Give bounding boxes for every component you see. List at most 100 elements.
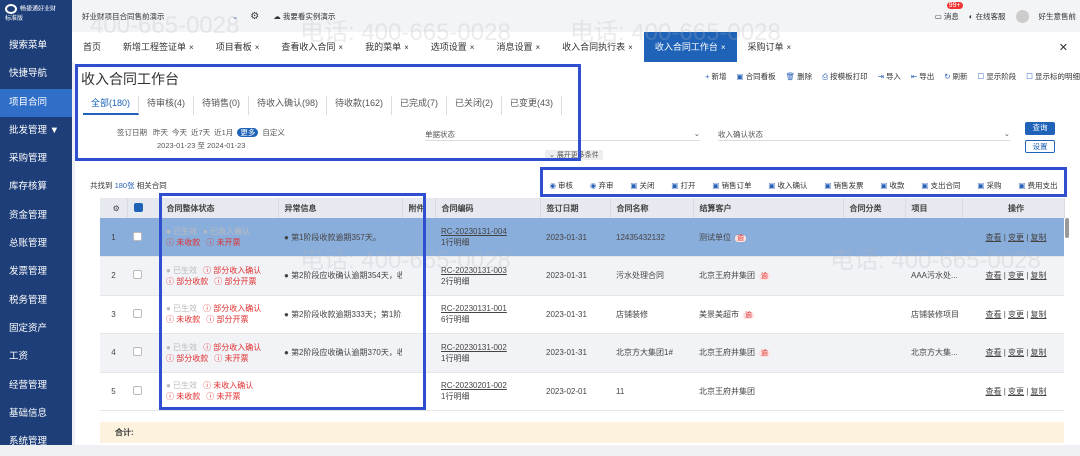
- column-header[interactable]: 异常信息: [278, 198, 403, 218]
- row-checkbox[interactable]: [127, 256, 160, 296]
- date-chip[interactable]: 更多: [237, 128, 259, 137]
- action-button[interactable]: ▣ 销售发票: [824, 180, 863, 191]
- status-tab[interactable]: 已变更(43): [502, 96, 563, 115]
- column-header[interactable]: 合同编码: [435, 198, 541, 218]
- op-1[interactable]: 变更: [1008, 271, 1024, 280]
- contract-code-link[interactable]: RC-20230201-002: [441, 381, 507, 390]
- op-2[interactable]: 复制: [1031, 310, 1047, 319]
- checkbox[interactable]: [133, 270, 142, 280]
- scrollbar[interactable]: [1065, 218, 1069, 238]
- contract-code[interactable]: RC-20230201-002 1行明细: [435, 372, 540, 411]
- contract-code-link[interactable]: RC-20230131-004: [441, 227, 507, 236]
- toolbar-0[interactable]: + 新增: [705, 71, 726, 82]
- status-tab[interactable]: 全部(180): [83, 96, 140, 115]
- avatar[interactable]: [1015, 9, 1029, 23]
- table-row[interactable]: 3 ● 已生效 ⓘ 部分收入确认 ⓘ 未收款 ⓘ 部分开票 ● 第2阶段收款逾期333天；…: [100, 295, 1064, 334]
- close-icon[interactable]: ×: [787, 43, 792, 52]
- contract-code[interactable]: RC-20230131-001 6行明细: [435, 295, 540, 334]
- action-button[interactable]: ◉ 弃审: [590, 180, 614, 191]
- sidebar-item[interactable]: 固定资产: [0, 315, 72, 343]
- action-button[interactable]: ▣ 收入确认: [768, 180, 807, 191]
- toolbar-6[interactable]: ↻ 刷新: [944, 71, 967, 82]
- tab[interactable]: 收入合同执行表 ×: [551, 32, 644, 62]
- op-0[interactable]: 查看: [985, 271, 1001, 280]
- op-1[interactable]: 变更: [1008, 348, 1024, 357]
- table-row[interactable]: 1 ● 已生效 ● 已收入确认 ⓘ 未收款 ⓘ 未开票 ● 第1阶段收款逾期357天。 RC…: [100, 218, 1064, 257]
- close-icon[interactable]: ×: [404, 43, 409, 52]
- tab[interactable]: 消息设置 ×: [485, 32, 551, 62]
- sidebar-item[interactable]: 项目合同: [0, 88, 72, 117]
- close-icon[interactable]: ×: [535, 43, 540, 52]
- action-button[interactable]: ▣ 收款: [880, 180, 904, 191]
- row-checkbox[interactable]: [127, 218, 160, 257]
- status-tab[interactable]: 待审核(4): [139, 96, 195, 115]
- sidebar-item[interactable]: 采购管理: [0, 145, 72, 173]
- sidebar-item[interactable]: 总账管理: [0, 230, 72, 258]
- table-row[interactable]: 5 ● 已生效 ⓘ 未收入确认 ⓘ 未收款 ⓘ 未开票 RC-20230201-002 1行…: [100, 372, 1064, 411]
- table-row[interactable]: 4 ● 已生效 ⓘ 部分收入确认 ⓘ 部分收款 ⓘ 未开票 ● 第2阶段应收确认逾期370…: [100, 333, 1064, 373]
- op-0[interactable]: 查看: [985, 233, 1001, 242]
- tab[interactable]: 选项设置 ×: [420, 32, 486, 62]
- action-button[interactable]: ▣ 打开: [671, 180, 695, 191]
- sidebar-item[interactable]: 经营管理: [0, 372, 72, 400]
- op-1[interactable]: 变更: [1008, 233, 1024, 242]
- status-tab[interactable]: 待销售(0): [194, 96, 250, 115]
- chevron-down-icon[interactable]: ⌄: [232, 12, 238, 21]
- contract-code[interactable]: RC-20230131-004 1行明细: [435, 218, 540, 257]
- date-chip[interactable]: 近7天: [191, 128, 210, 137]
- date-chip[interactable]: 自定义: [262, 128, 285, 137]
- checkbox[interactable]: [133, 385, 142, 395]
- column-header[interactable]: 合同分类: [843, 198, 906, 218]
- status-tab[interactable]: 已完成(7): [392, 96, 448, 115]
- demo-link[interactable]: ☁ 我要看实例演示: [273, 11, 335, 22]
- op-2[interactable]: 复制: [1031, 387, 1047, 396]
- op-0[interactable]: 查看: [985, 310, 1001, 319]
- checkbox[interactable]: [133, 308, 142, 318]
- checkbox[interactable]: [133, 231, 142, 241]
- action-button[interactable]: ◉ 审核: [549, 180, 573, 191]
- tab[interactable]: 新增工程签证单 ×: [112, 32, 205, 62]
- op-2[interactable]: 复制: [1031, 348, 1047, 357]
- close-all-icon[interactable]: ✕: [1059, 41, 1080, 54]
- gear-icon[interactable]: ⚙: [250, 11, 259, 22]
- close-icon[interactable]: ×: [338, 43, 343, 52]
- column-header[interactable]: 操作: [962, 198, 1065, 218]
- date-range[interactable]: 2023-01-23 至 2024-01-23: [157, 140, 289, 151]
- row-checkbox[interactable]: [127, 372, 160, 411]
- sidebar-item[interactable]: 快捷导航: [0, 60, 72, 88]
- action-button[interactable]: ▣ 费用支出: [1018, 180, 1057, 191]
- toolbar-7[interactable]: ☐ 显示阶段: [978, 71, 1017, 82]
- action-button[interactable]: ▣ 采购: [977, 180, 1001, 191]
- toolbar-8[interactable]: ☐ 显示标的明细: [1026, 71, 1080, 82]
- tab[interactable]: 采购订单 ×: [737, 32, 803, 62]
- doc-status-select[interactable]: 单据状态 ⌄: [425, 129, 700, 141]
- column-header[interactable]: 项目: [905, 198, 963, 218]
- sidebar-item[interactable]: 批发管理 ▼: [0, 117, 72, 145]
- sidebar-item[interactable]: 基础信息: [0, 400, 72, 428]
- close-icon[interactable]: ×: [255, 43, 260, 52]
- column-settings-icon[interactable]: ⚙: [100, 198, 128, 218]
- column-header[interactable]: 附件: [402, 198, 436, 218]
- column-header[interactable]: 签订日期: [540, 198, 611, 218]
- sidebar-item[interactable]: 系统管理: [0, 428, 72, 456]
- sidebar-item[interactable]: 工资: [0, 343, 72, 371]
- contract-code-link[interactable]: RC-20230131-003: [441, 266, 507, 275]
- column-header[interactable]: 合同名称: [610, 198, 694, 218]
- action-button[interactable]: ▣ 关闭: [630, 180, 654, 191]
- toolbar-3[interactable]: ⎙ 按模板打印: [822, 71, 868, 82]
- op-0[interactable]: 查看: [985, 348, 1001, 357]
- settings-button[interactable]: 设置: [1025, 140, 1055, 153]
- query-button[interactable]: 查询: [1025, 122, 1055, 135]
- close-icon[interactable]: ×: [628, 43, 633, 52]
- income-status-select[interactable]: 收入确认状态 ⌄: [718, 129, 1010, 141]
- table-row[interactable]: 2 ● 已生效 ⓘ 部分收入确认 ⓘ 部分收款 ⓘ 部分开票 ● 第2阶段应收确认逾期35…: [100, 256, 1064, 296]
- checkbox[interactable]: [133, 347, 142, 357]
- close-icon[interactable]: ×: [470, 43, 475, 52]
- sidebar-item[interactable]: 资金管理: [0, 202, 72, 230]
- op-0[interactable]: 查看: [985, 387, 1001, 396]
- status-tab[interactable]: 已关闭(2): [447, 96, 503, 115]
- action-button[interactable]: ▣ 支出合同: [921, 180, 960, 191]
- select-all-checkbox[interactable]: [127, 198, 161, 218]
- column-header[interactable]: 结算客户: [693, 198, 844, 218]
- op-1[interactable]: 变更: [1008, 310, 1024, 319]
